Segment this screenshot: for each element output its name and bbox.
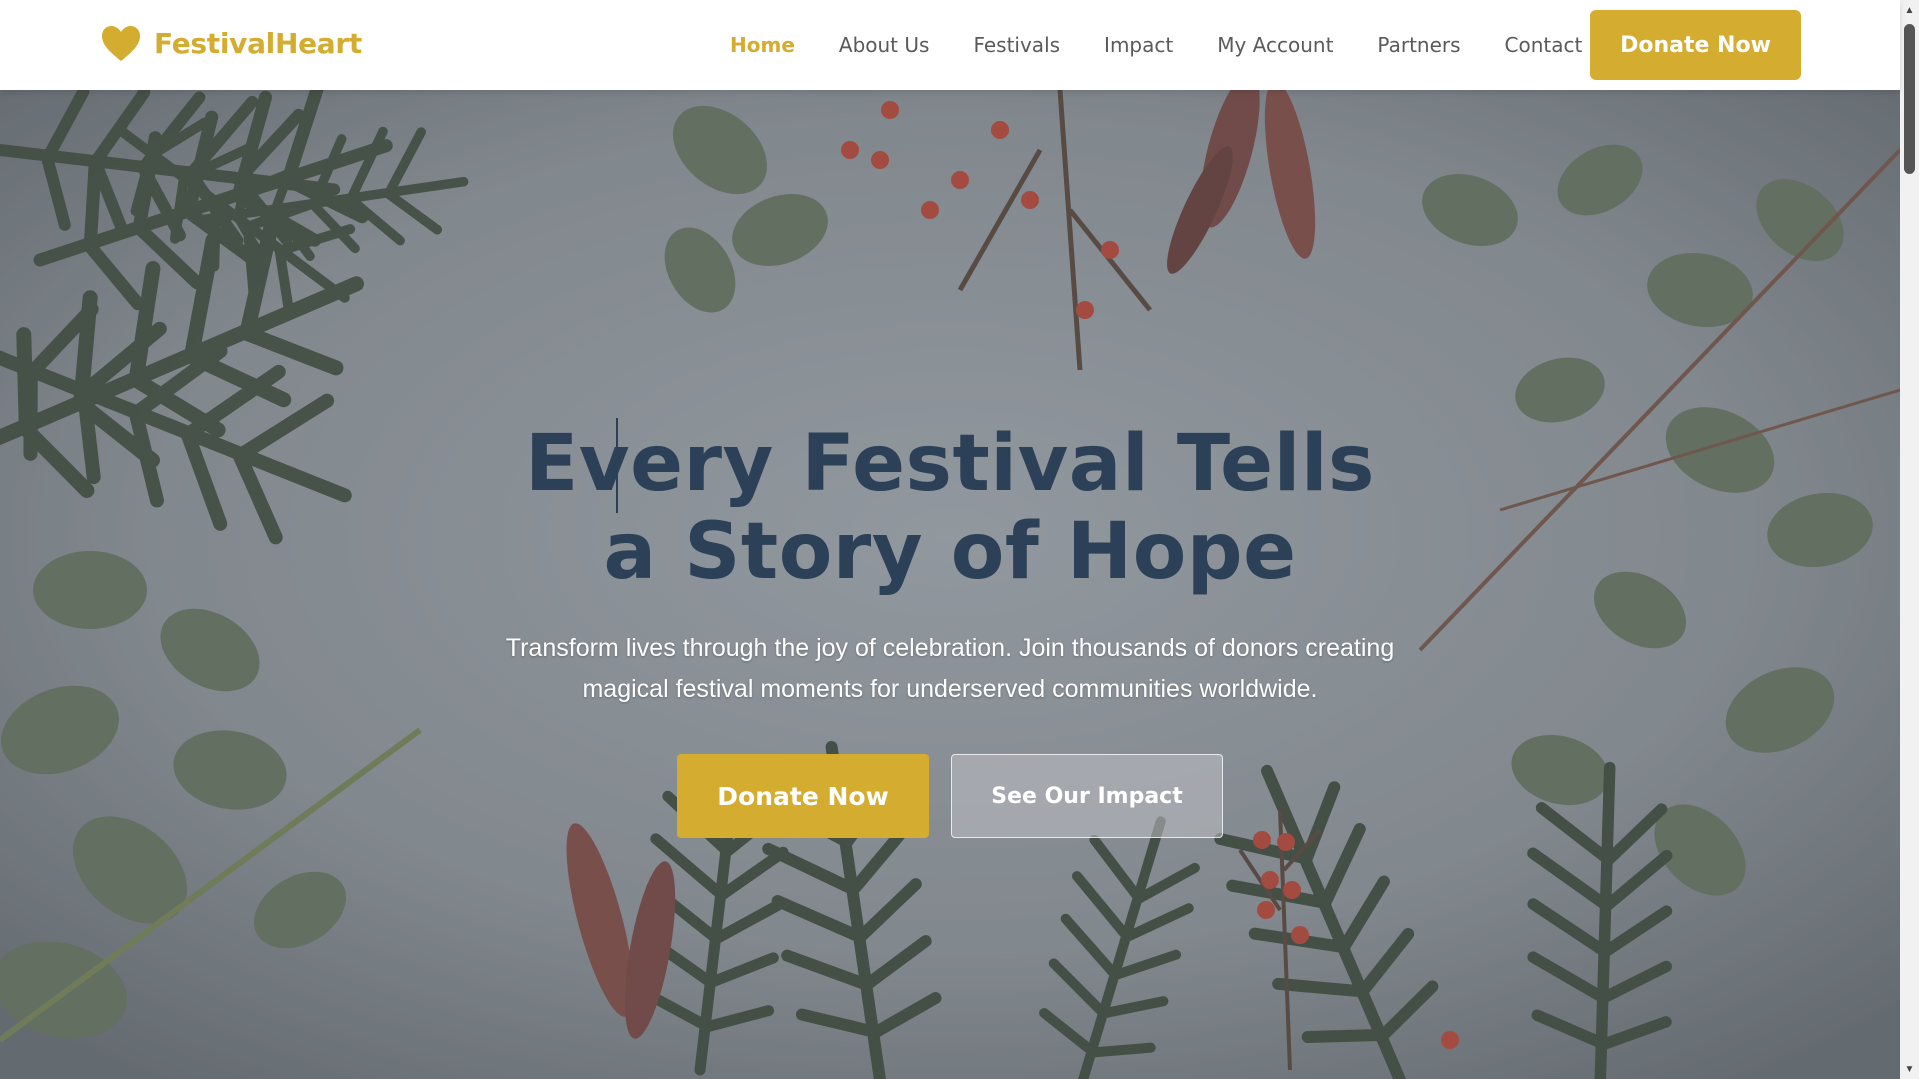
scroll-down-arrow-icon[interactable]: ▼ (1900, 1061, 1919, 1077)
nav-my-account[interactable]: My Account (1217, 33, 1333, 57)
hero-section: Every Festival Tells a Story of Hope Tra… (0, 90, 1900, 1079)
nav-about-us[interactable]: About Us (839, 33, 930, 57)
nav-home[interactable]: Home (730, 33, 795, 57)
nav-impact[interactable]: Impact (1104, 33, 1173, 57)
main-nav: Home About Us Festivals Impact My Accoun… (730, 0, 1626, 90)
heart-icon (102, 26, 140, 61)
site-header: FestivalHeart Home About Us Festivals Im… (0, 0, 1900, 90)
text-cursor (616, 418, 618, 513)
header-donate-button[interactable]: Donate Now (1590, 10, 1801, 80)
page-scrollbar[interactable]: ▲ ▼ (1900, 0, 1919, 1079)
hero-title-line-1: Every Festival Tells (525, 419, 1375, 509)
brand-logo[interactable]: FestivalHeart (100, 24, 362, 62)
hero-title: Every Festival Tells a Story of Hope (0, 420, 1900, 596)
brand-name: FestivalHeart (154, 26, 362, 60)
hero-subtitle: Transform lives through the joy of celeb… (505, 634, 1395, 703)
hero-donate-button[interactable]: Donate Now (677, 754, 929, 838)
scrollbar-thumb[interactable] (1904, 24, 1915, 174)
nav-contact[interactable]: Contact (1505, 33, 1583, 57)
see-our-impact-button[interactable]: See Our Impact (951, 754, 1223, 838)
scroll-up-arrow-icon[interactable]: ▲ (1900, 2, 1919, 18)
hero-title-line-2: a Story of Hope (603, 507, 1297, 597)
nav-festivals[interactable]: Festivals (973, 33, 1060, 57)
nav-partners[interactable]: Partners (1377, 33, 1460, 57)
